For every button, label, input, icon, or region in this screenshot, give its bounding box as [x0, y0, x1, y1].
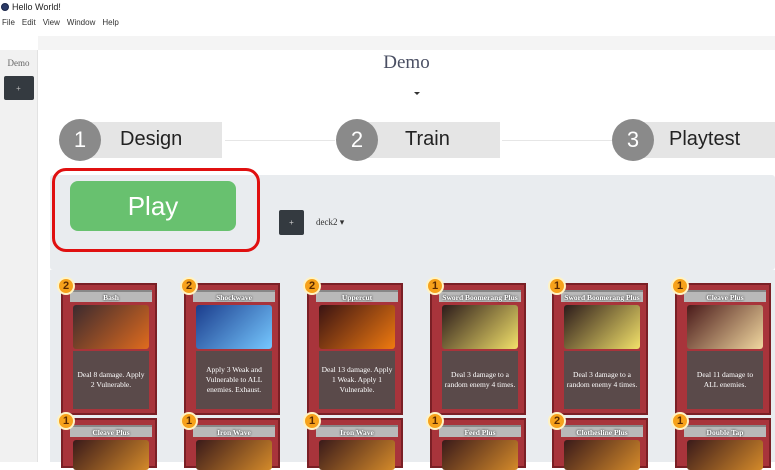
step-label: Playtest [669, 128, 741, 150]
card-description: Apply 3 Weak and Vulnerable to ALL enemi… [196, 351, 272, 409]
card-name: Sword Boomerang Plus [561, 290, 643, 302]
title-dropdown-caret-icon[interactable] [414, 92, 420, 95]
card-cost-badge: 1 [426, 277, 444, 295]
step-connector [225, 140, 335, 141]
card-name: Iron Wave [193, 425, 275, 437]
menu-help[interactable]: Help [102, 18, 118, 27]
card-cost-badge: 1 [548, 277, 566, 295]
sidebar-add-button[interactable]: + [3, 76, 34, 100]
card-art [73, 440, 149, 470]
card-name: Sword Boomerang Plus [439, 290, 521, 302]
card[interactable]: 2 Uppercut Deal 13 damage. Apply 1 Weak. A… [303, 277, 403, 415]
card-art [687, 305, 763, 349]
card-art [196, 305, 272, 349]
step-label: Train [405, 128, 450, 150]
step-label: Design [120, 128, 183, 150]
card-cost-badge: 1 [57, 412, 75, 430]
card-description: Deal 13 damage. Apply 1 Weak. Apply 1 Vu… [319, 351, 395, 409]
card-name: Shockwave [193, 290, 275, 302]
card[interactable]: 2 Clothesline Plus [548, 412, 648, 470]
card-grid [50, 270, 775, 462]
card-art [196, 440, 272, 470]
window-title: Hello World! [12, 2, 61, 12]
step-number: 3 [612, 119, 654, 161]
card-art [73, 305, 149, 349]
card-art [564, 305, 640, 349]
card-art [687, 440, 763, 470]
card-name: Cleave Plus [70, 425, 152, 437]
card-art [442, 305, 518, 349]
card-description: Deal 3 damage to a random enemy 4 times. [442, 351, 518, 409]
card-name: Clothesline Plus [561, 425, 643, 437]
step-number: 2 [336, 119, 378, 161]
card[interactable]: 1 Sword Boomerang Plus Deal 3 damage to a … [426, 277, 526, 415]
menu-bar: File Edit View Window Help [0, 15, 775, 29]
card-cost-badge: 2 [303, 277, 321, 295]
card-art [442, 440, 518, 470]
card-name: Cleave Plus [684, 290, 766, 302]
deck-select[interactable]: deck2 ▾ [316, 217, 344, 228]
card[interactable]: 2 Bash Deal 8 damage. Apply 2 Vulnerable. [57, 277, 157, 415]
card-name: Double Tap [684, 425, 766, 437]
sidebar: Demo + [0, 50, 38, 462]
window-titlebar: Hello World! [0, 0, 775, 14]
sidebar-item-demo[interactable]: Demo [0, 58, 37, 68]
card[interactable]: 1 Cleave Plus [57, 412, 157, 470]
card-name: Uppercut [316, 290, 398, 302]
card-description: Deal 3 damage to a random enemy 4 times. [564, 351, 640, 409]
card[interactable]: 1 Feed Plus [426, 412, 526, 470]
step-number: 1 [59, 119, 101, 161]
page-title: Demo [383, 52, 430, 73]
header-strip [38, 36, 775, 50]
card-cost-badge: 1 [303, 412, 321, 430]
card[interactable]: 1 Iron Wave [303, 412, 403, 470]
card-cost-badge: 2 [57, 277, 75, 295]
play-button[interactable]: Play [70, 181, 236, 231]
card[interactable]: 1 Iron Wave [180, 412, 280, 470]
card-name: Feed Plus [439, 425, 521, 437]
card[interactable]: 1 Sword Boomerang Plus Deal 3 damage to a … [548, 277, 648, 415]
card-art [564, 440, 640, 470]
menu-view[interactable]: View [43, 18, 60, 27]
card-cost-badge: 1 [671, 277, 689, 295]
card[interactable]: 1 Double Tap [671, 412, 771, 470]
card-cost-badge: 2 [180, 277, 198, 295]
card-name: Iron Wave [316, 425, 398, 437]
card-cost-badge: 1 [671, 412, 689, 430]
card-cost-badge: 1 [426, 412, 444, 430]
card-art [319, 440, 395, 470]
card-art [319, 305, 395, 349]
card-description: Deal 8 damage. Apply 2 Vulnerable. [73, 351, 149, 409]
menu-edit[interactable]: Edit [22, 18, 36, 27]
card-cost-badge: 1 [180, 412, 198, 430]
card[interactable]: 2 Shockwave Apply 3 Weak and Vulnerable to… [180, 277, 280, 415]
step-connector [502, 140, 612, 141]
add-deck-button[interactable]: + [279, 210, 304, 235]
menu-window[interactable]: Window [67, 18, 95, 27]
card-description: Deal 11 damage to ALL enemies. [687, 351, 763, 409]
app-icon [1, 3, 9, 11]
card-name: Bash [70, 290, 152, 302]
card-cost-badge: 2 [548, 412, 566, 430]
menu-file[interactable]: File [2, 18, 15, 27]
card[interactable]: 1 Cleave Plus Deal 11 damage to ALL enemie… [671, 277, 771, 415]
